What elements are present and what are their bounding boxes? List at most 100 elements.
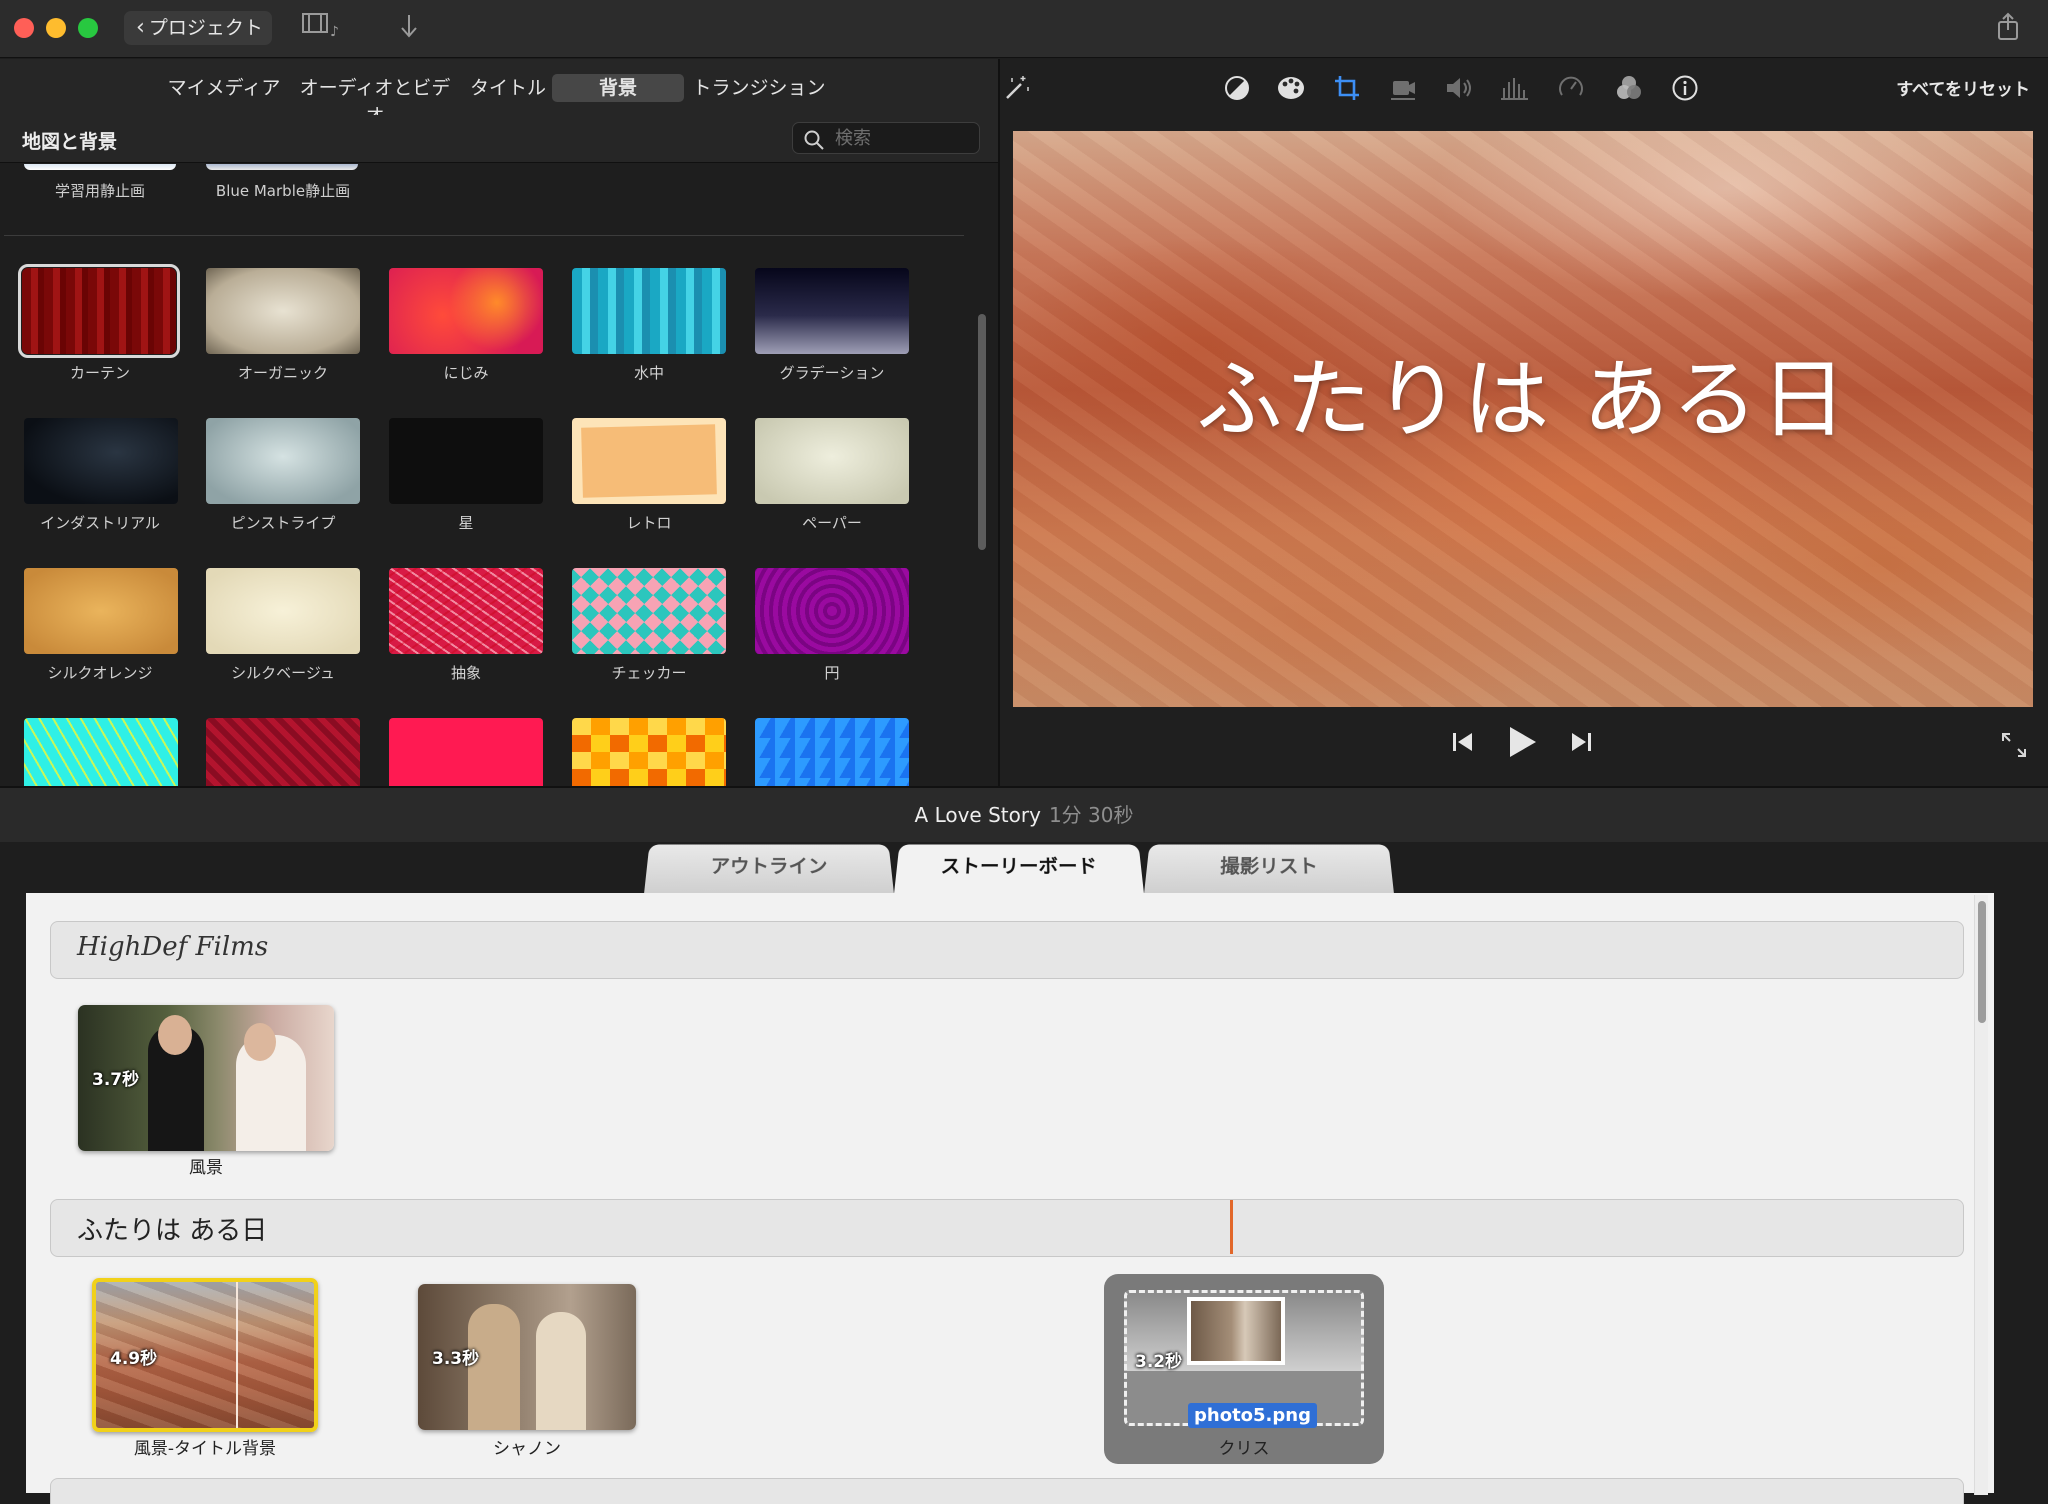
- crop-icon[interactable]: [1332, 73, 1362, 103]
- drag-filename-badge: photo5.png: [1188, 1403, 1317, 1428]
- tab-audio-video[interactable]: オーディオとビデオ: [292, 74, 458, 127]
- background-label: チェッカー: [611, 664, 687, 682]
- background-label: インダストリアル: [40, 514, 160, 532]
- projects-button-label: プロジェクト: [148, 17, 263, 39]
- scrollbar-thumb[interactable]: [1978, 901, 1986, 1023]
- search-input[interactable]: [835, 127, 973, 149]
- chevron-left-icon: ‹: [136, 15, 145, 40]
- clip-label: クリス: [1218, 1439, 1270, 1459]
- background-tile-silk-orange[interactable]: [24, 568, 178, 654]
- background-tile-chevron[interactable]: [206, 718, 360, 786]
- background-label: ペーパー: [802, 514, 862, 532]
- import-arrow-icon[interactable]: [398, 12, 420, 46]
- background-tile-triangles[interactable]: [572, 718, 726, 786]
- clip-thumbnail-selected[interactable]: 4.9秒: [92, 1278, 318, 1432]
- category-thumbnail[interactable]: [24, 164, 176, 170]
- background-label: シルクベージュ: [231, 664, 335, 682]
- background-label: 円: [824, 664, 840, 682]
- background-tile-underwater[interactable]: [572, 268, 726, 354]
- clip-filter-icon[interactable]: [1614, 73, 1644, 103]
- project-duration: 1分 30秒: [1048, 803, 1134, 827]
- dragged-photo: [1187, 1297, 1285, 1365]
- media-library-toggle-icon[interactable]: ♪: [302, 12, 342, 44]
- section-title[interactable]: HighDef Films: [77, 932, 268, 962]
- retro-panel: [581, 424, 717, 498]
- trailer-tab-bar: アウトライン ストーリーボード 撮影リスト: [0, 842, 2048, 894]
- skip-forward-icon[interactable]: [1568, 729, 1594, 759]
- fullscreen-icon[interactable]: [2000, 731, 2028, 763]
- title-section-1[interactable]: HighDef Films: [50, 921, 1964, 979]
- preview-title-text: ふたりは ある日: [1196, 350, 1850, 450]
- background-label: レトロ: [626, 514, 672, 532]
- background-tile-checker[interactable]: [572, 568, 726, 654]
- close-window-button[interactable]: [14, 18, 34, 38]
- reset-all-button[interactable]: すべてをリセット: [1896, 75, 2030, 100]
- background-tile-industrial[interactable]: [24, 418, 178, 504]
- library-scrollbar[interactable]: [978, 314, 986, 550]
- section-divider: [4, 235, 964, 236]
- speed-icon[interactable]: [1556, 73, 1586, 103]
- tab-transitions[interactable]: トランジション: [692, 74, 826, 102]
- background-tile-paper[interactable]: [755, 418, 909, 504]
- clip-label: 風景-タイトル背景: [133, 1439, 277, 1459]
- background-tile-stars[interactable]: [389, 418, 543, 504]
- background-label: にじみ: [443, 364, 489, 382]
- tab-titles[interactable]: タイトル: [468, 74, 548, 102]
- background-tile-curtain[interactable]: [18, 264, 180, 358]
- background-tile-blur[interactable]: [389, 268, 543, 354]
- background-label: ピンストライプ: [230, 514, 336, 532]
- tab-shot-list[interactable]: 撮影リスト: [1144, 844, 1394, 894]
- info-icon[interactable]: [1670, 73, 1700, 103]
- background-label: オーガニック: [237, 364, 328, 382]
- clip-thumbnail[interactable]: 3.3秒: [418, 1284, 636, 1430]
- library-header: 地図と背景: [0, 115, 998, 163]
- color-correction-icon[interactable]: [1276, 73, 1306, 103]
- title-section-3[interactable]: [50, 1478, 1964, 1504]
- background-tile-circles[interactable]: [755, 568, 909, 654]
- playhead[interactable]: [1230, 1200, 1233, 1254]
- background-tile-silk-beige[interactable]: [206, 568, 360, 654]
- title-section-2[interactable]: ふたりは ある日: [50, 1199, 1964, 1257]
- library-title: 地図と背景: [22, 131, 118, 153]
- clip-label: シャノン: [493, 1439, 561, 1459]
- search-field[interactable]: [792, 122, 980, 154]
- magic-wand-icon[interactable]: [1002, 73, 1032, 103]
- stabilization-icon[interactable]: [1388, 73, 1418, 103]
- background-tile-organic[interactable]: [206, 268, 360, 354]
- equalizer-icon[interactable]: [1500, 73, 1530, 103]
- background-label: 星: [458, 514, 474, 532]
- category-thumbnail[interactable]: [206, 164, 358, 170]
- volume-icon[interactable]: [1444, 73, 1474, 103]
- clip-label: 風景: [189, 1158, 223, 1178]
- background-tile-pinstripe[interactable]: [206, 418, 360, 504]
- background-tile-blue-pattern[interactable]: [755, 718, 909, 786]
- section-title[interactable]: ふたりは ある日: [77, 1210, 267, 1247]
- play-icon[interactable]: [1506, 725, 1538, 763]
- clip-duration: 3.2秒: [1135, 1352, 1183, 1372]
- background-tile-cubes[interactable]: [24, 718, 178, 786]
- tab-my-media[interactable]: マイメディア: [166, 74, 282, 102]
- woman-figure: [536, 1312, 586, 1430]
- zoom-window-button[interactable]: [78, 18, 98, 38]
- background-tile-red[interactable]: [389, 718, 543, 786]
- tab-backgrounds[interactable]: 背景: [552, 74, 684, 102]
- storyboard-scrollbar[interactable]: [1974, 895, 1988, 1495]
- clip-thumbnail[interactable]: 3.7秒: [78, 1005, 334, 1151]
- tab-storyboard[interactable]: ストーリーボード: [894, 844, 1144, 894]
- background-tile-abstract[interactable]: [389, 568, 543, 654]
- clip-duration: 3.7秒: [92, 1070, 140, 1090]
- clip-duration: 3.3秒: [432, 1349, 480, 1369]
- category-label: 学習用静止画: [54, 182, 145, 200]
- share-icon[interactable]: [1996, 12, 2020, 42]
- background-tile-retro[interactable]: [572, 418, 726, 504]
- browser-tab-bar: マイメディア オーディオとビデオ タイトル 背景 トランジション: [0, 59, 998, 127]
- color-balance-icon[interactable]: [1222, 73, 1252, 103]
- skip-back-icon[interactable]: [1450, 729, 1476, 759]
- background-tile-gradation[interactable]: [755, 268, 909, 354]
- minimize-window-button[interactable]: [46, 18, 66, 38]
- video-preview[interactable]: ふたりは ある日: [1013, 131, 2033, 707]
- projects-back-button[interactable]: ‹ プロジェクト: [124, 11, 272, 45]
- tab-outline[interactable]: アウトライン: [644, 844, 894, 894]
- clip-split-line: [236, 1282, 238, 1428]
- bride-face: [244, 1023, 276, 1061]
